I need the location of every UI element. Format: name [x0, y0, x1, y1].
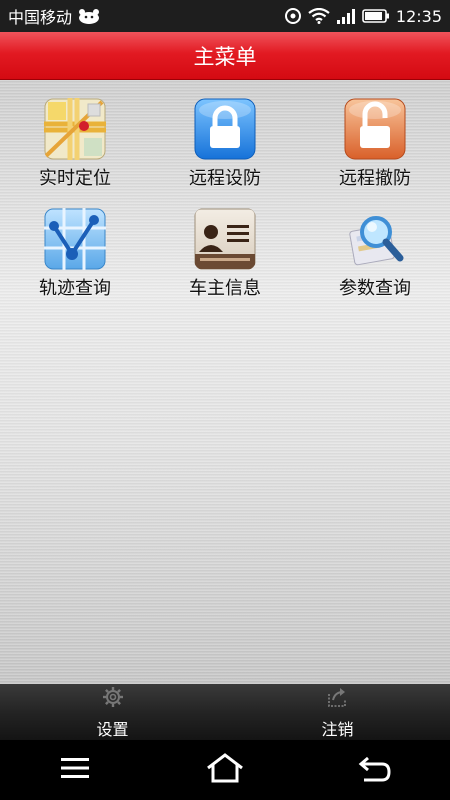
- logout-button[interactable]: 注销: [225, 684, 450, 740]
- carrier-name: 中国移动: [8, 8, 73, 27]
- bottom-tab-bar: 设置 注销: [0, 684, 450, 740]
- home-button[interactable]: [195, 745, 255, 795]
- signal-icon: [336, 8, 356, 24]
- logout-icon: [326, 686, 350, 712]
- menu-item-track-query[interactable]: 轨迹查询: [0, 208, 150, 300]
- main-menu-area: 实时定位 远程设防 远程撤防 轨迹查询 车主信息 参数查询: [0, 80, 450, 684]
- menu-item-remote-arm[interactable]: 远程设防: [150, 98, 300, 190]
- menu-item-label: 实时定位: [39, 168, 111, 189]
- menu-item-label: 远程设防: [189, 168, 261, 189]
- menu-item-label: 参数查询: [339, 278, 411, 299]
- menu-item-remote-disarm[interactable]: 远程撤防: [300, 98, 450, 190]
- menu-item-label: 远程撤防: [339, 168, 411, 189]
- settings-label: 设置: [96, 720, 129, 739]
- back-arrow-icon: [358, 754, 392, 786]
- android-notification-icon: [78, 8, 100, 24]
- lock-open-icon: [344, 98, 406, 160]
- status-bar: 中国移动 12:35: [0, 0, 450, 32]
- menu-grid: 实时定位 远程设防 远程撤防 轨迹查询 车主信息 参数查询: [0, 98, 450, 300]
- menu-item-parameter-query[interactable]: 参数查询: [300, 208, 450, 300]
- back-button[interactable]: [345, 745, 405, 795]
- menu-item-label: 车主信息: [189, 278, 261, 299]
- gear-icon: [102, 686, 124, 712]
- owner-card-icon: [194, 208, 256, 270]
- menu-button[interactable]: [45, 745, 105, 795]
- map-location-icon: [44, 98, 106, 160]
- page-title: 主菜单: [193, 44, 257, 69]
- menu-item-owner-info[interactable]: 车主信息: [150, 208, 300, 300]
- sync-icon: [284, 7, 302, 25]
- logout-label: 注销: [321, 720, 354, 739]
- clock: 12:35: [395, 6, 442, 26]
- menu-item-realtime-location[interactable]: 实时定位: [0, 98, 150, 190]
- home-icon: [206, 753, 244, 787]
- title-bar: 主菜单: [0, 32, 450, 80]
- system-nav-bar: [0, 740, 450, 800]
- settings-button[interactable]: 设置: [0, 684, 225, 740]
- hamburger-icon: [60, 756, 90, 784]
- battery-icon: [362, 8, 390, 24]
- track-route-icon: [44, 208, 106, 270]
- menu-item-label: 轨迹查询: [39, 278, 111, 299]
- magnifier-icon: [344, 208, 406, 270]
- lock-closed-icon: [194, 98, 256, 160]
- wifi-icon: [308, 8, 330, 24]
